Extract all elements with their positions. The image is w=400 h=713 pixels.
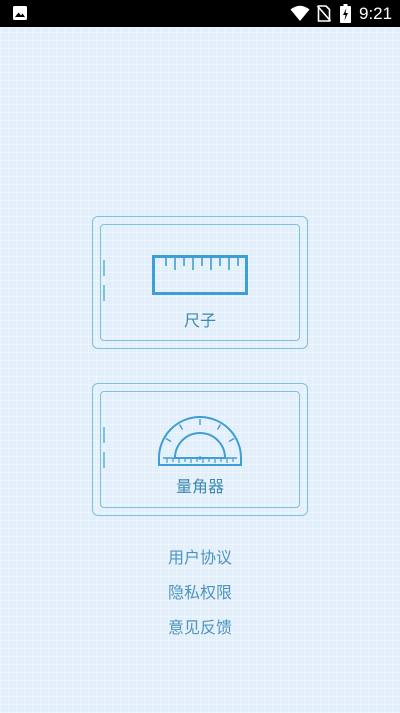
protractor-label: 量角器 [175, 477, 224, 496]
feedback-link[interactable]: 意见反馈 [0, 618, 400, 638]
frame-tick [103, 260, 105, 276]
frame-tick [103, 452, 105, 468]
status-time: 9:21 [359, 4, 393, 23]
status-bar: 9:21 [0, 0, 400, 27]
ruler-card[interactable]: 尺子 [92, 216, 308, 349]
battery-charging-icon [340, 4, 351, 23]
wifi-icon [290, 5, 310, 21]
frame-tick [103, 427, 105, 443]
ruler-icon [152, 255, 248, 295]
user-agreement-link[interactable]: 用户协议 [0, 548, 400, 568]
no-sim-icon [317, 5, 331, 22]
protractor-icon [158, 416, 242, 466]
ruler-label: 尺子 [183, 311, 216, 330]
frame-tick [103, 285, 105, 301]
gallery-icon [13, 6, 27, 20]
privacy-permissions-link[interactable]: 隐私权限 [0, 583, 400, 603]
protractor-card[interactable]: 量角器 [92, 383, 308, 516]
